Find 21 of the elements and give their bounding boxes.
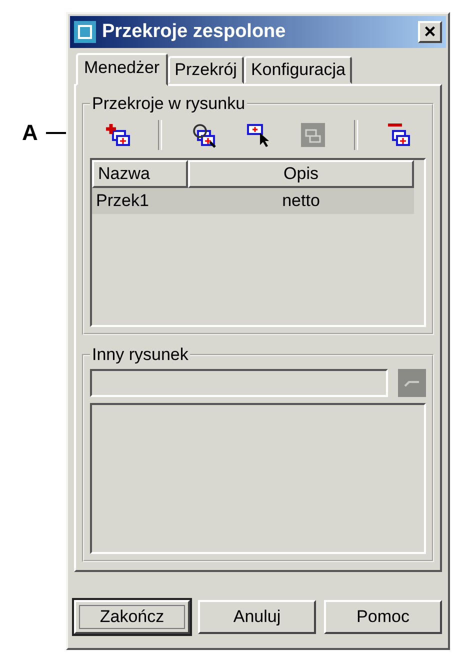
dialog-button[interactable]: Pomoc <box>324 600 442 634</box>
remove-section-icon <box>385 122 412 148</box>
column-header[interactable]: Nazwa <box>92 160 188 188</box>
select-pointer-icon <box>244 122 271 148</box>
copy-icon <box>300 122 326 148</box>
column-header[interactable]: Opis <box>188 160 414 188</box>
table-cell-text: netto <box>281 190 321 212</box>
tab[interactable]: Przekrój <box>168 56 244 84</box>
dialog-button[interactable]: Anuluj <box>198 600 316 634</box>
tab[interactable]: Menedżer <box>76 53 168 86</box>
group-title: Inny rysunek <box>91 345 190 365</box>
table-row[interactable]: Przek1 netto <box>92 188 414 214</box>
table-cell-text: Przek1 <box>95 190 150 212</box>
tab[interactable]: Konfiguracja <box>244 56 352 84</box>
app-icon <box>74 21 96 43</box>
group-title: Przekroje w rysunku <box>91 94 246 114</box>
dialog-button[interactable]: Zakończ <box>74 600 190 634</box>
window-title: Przekroje zespolone <box>102 21 287 43</box>
close-button[interactable]: × <box>418 21 442 43</box>
add-section-icon <box>104 122 131 148</box>
callout-label: A <box>22 120 38 146</box>
